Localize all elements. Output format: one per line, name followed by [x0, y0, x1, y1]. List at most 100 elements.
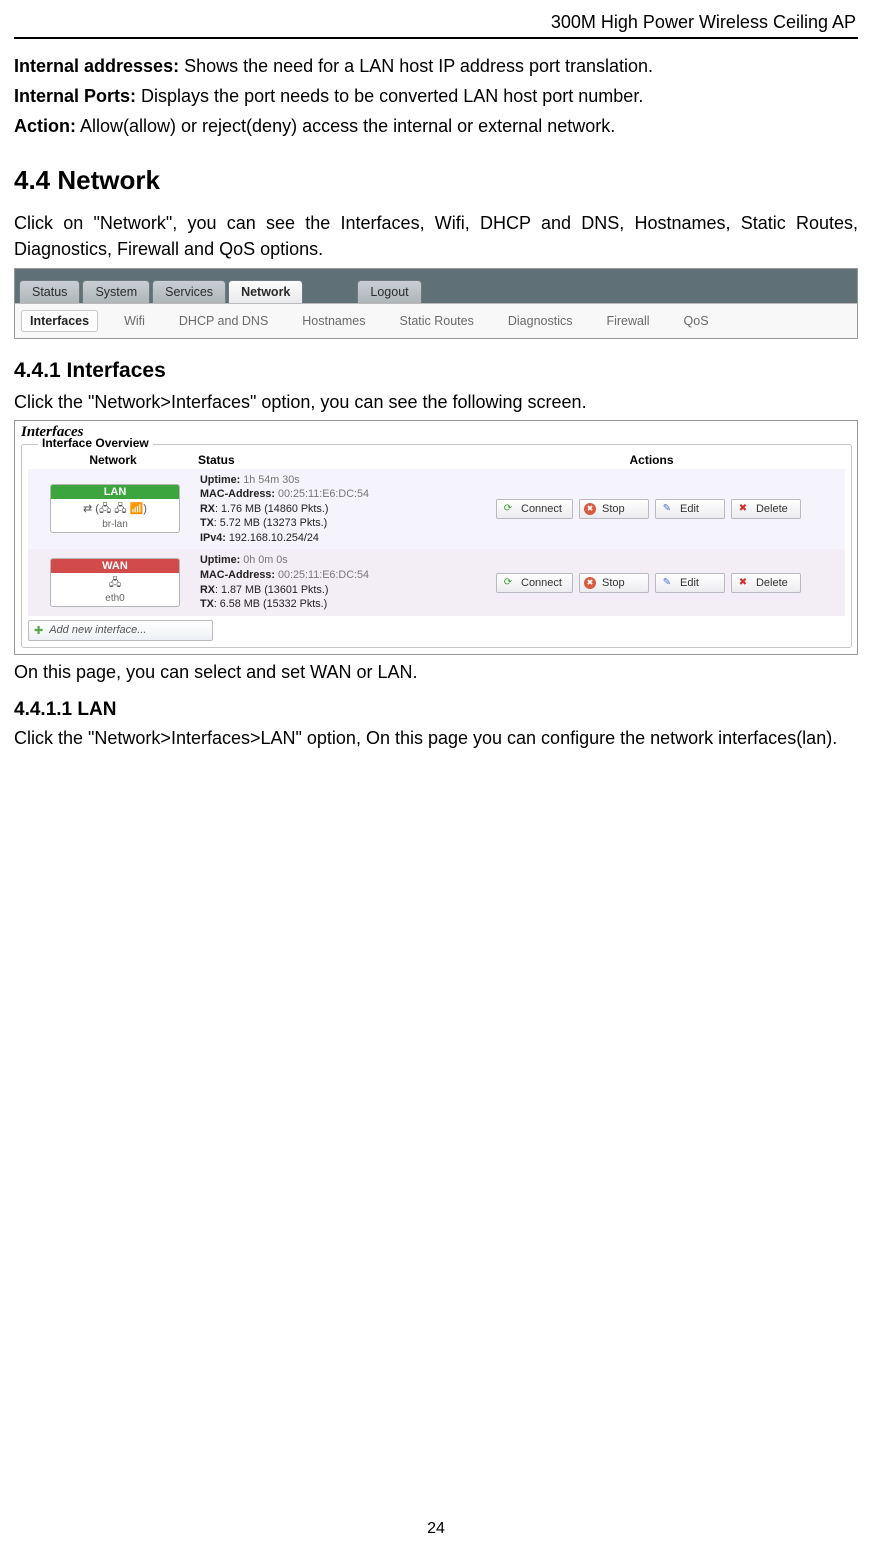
- netbox-ifname: eth0: [51, 593, 179, 604]
- section-heading: 4.4 Network: [14, 165, 858, 196]
- def-text: Allow(allow) or reject(deny) access the …: [76, 116, 615, 136]
- iface-actions: ⟳ Connect ✖ Stop ✎ Edit ✖ Delete: [460, 573, 843, 593]
- subtab-hostnames[interactable]: Hostnames: [294, 311, 373, 331]
- mac-label: MAC-Address:: [200, 569, 275, 581]
- tx-label: TX: [200, 598, 214, 610]
- subtab-interfaces[interactable]: Interfaces: [21, 310, 98, 332]
- btn-label: Edit: [680, 577, 699, 589]
- iface-status-cell: Uptime: 0h 0m 0s MAC-Address: 00:25:11:E…: [200, 553, 460, 611]
- rx-label: RX: [200, 584, 215, 596]
- subtab-static-routes[interactable]: Static Routes: [392, 311, 482, 331]
- iface-actions: ⟳ Connect ✖ Stop ✎ Edit ✖Delete: [460, 499, 843, 519]
- rx-label: RX: [200, 503, 215, 515]
- edit-icon: ✎: [660, 576, 674, 590]
- subtab-diagnostics[interactable]: Diagnostics: [500, 311, 581, 331]
- iface-net-cell: WAN 🖧 eth0: [30, 558, 200, 607]
- tx-value: : 6.58 MB (15332 Pkts.): [214, 598, 327, 610]
- add-interface-row: ✚ Add new interface...: [28, 620, 845, 641]
- stop-icon: ✖: [584, 577, 596, 589]
- tab-logout[interactable]: Logout: [357, 280, 421, 304]
- mac-value: 00:25:11:E6:DC:54: [278, 569, 369, 581]
- delete-icon: ✖: [736, 502, 750, 516]
- netbox-label: LAN: [51, 485, 179, 499]
- subsection-intro: Click the "Network>Interfaces" option, y…: [14, 389, 858, 415]
- netbox-icons: 🖧: [51, 573, 179, 593]
- add-label: Add new interface...: [49, 624, 146, 636]
- ipv4-label: IPv4:: [200, 532, 226, 544]
- subtab-dhcp[interactable]: DHCP and DNS: [171, 311, 276, 331]
- col-status: Status: [198, 453, 458, 467]
- stop-button[interactable]: ✖ Stop: [579, 499, 649, 519]
- delete-icon: ✖: [736, 576, 750, 590]
- page-number: 24: [0, 1520, 872, 1538]
- stop-button[interactable]: ✖ Stop: [579, 573, 649, 593]
- edit-icon: ✎: [660, 502, 674, 516]
- def-text: Displays the port needs to be converted …: [136, 86, 643, 106]
- connect-icon: ⟳: [501, 576, 515, 590]
- def-internal-ports: Internal Ports: Displays the port needs …: [14, 83, 858, 109]
- def-internal-addresses: Internal addresses: Shows the need for a…: [14, 53, 858, 79]
- ipv4-value: 192.168.10.254/24: [229, 532, 319, 544]
- tab-services[interactable]: Services: [152, 280, 226, 304]
- btn-label: Edit: [680, 503, 699, 515]
- connect-button[interactable]: ⟳ Connect: [496, 573, 573, 593]
- netbox-wan: WAN 🖧 eth0: [50, 558, 180, 607]
- subtab-qos[interactable]: QoS: [676, 311, 717, 331]
- interfaces-screenshot: Interfaces Interface Overview Network St…: [14, 420, 858, 655]
- subtab-firewall[interactable]: Firewall: [598, 311, 657, 331]
- def-text: Shows the need for a LAN host IP address…: [179, 56, 653, 76]
- tab-status[interactable]: Status: [19, 280, 80, 304]
- add-icon: ✚: [34, 624, 43, 637]
- def-label: Action:: [14, 116, 76, 136]
- fieldset-legend: Interface Overview: [38, 436, 153, 450]
- uptime-value: 1h 54m 30s: [243, 474, 299, 486]
- subsubsection-text: Click the "Network>Interfaces>LAN" optio…: [14, 725, 858, 751]
- rx-value: : 1.76 MB (14860 Pkts.): [215, 503, 328, 515]
- connect-button[interactable]: ⟳ Connect: [496, 499, 573, 519]
- add-interface-button[interactable]: ✚ Add new interface...: [28, 620, 213, 641]
- netbox-ifname: br-lan: [51, 519, 179, 530]
- netbox-lan: LAN ⇄ (🖧 🖧 📶) br-lan: [50, 484, 180, 533]
- nav-screenshot: Status System Services Network Logout In…: [14, 268, 858, 339]
- tab-network[interactable]: Network: [228, 280, 303, 304]
- iface-net-cell: LAN ⇄ (🖧 🖧 📶) br-lan: [30, 484, 200, 533]
- header-rule: [14, 37, 858, 39]
- tab-system[interactable]: System: [82, 280, 150, 304]
- mac-value: 00:25:11:E6:DC:54: [278, 488, 369, 500]
- tx-label: TX: [200, 517, 214, 529]
- top-nav: Status System Services Network Logout: [15, 269, 857, 303]
- iface-row-wan: WAN 🖧 eth0 Uptime: 0h 0m 0s MAC-Address:…: [28, 549, 845, 615]
- col-network: Network: [28, 453, 198, 467]
- sub-nav: Interfaces Wifi DHCP and DNS Hostnames S…: [15, 303, 857, 338]
- iface-header-row: Network Status Actions: [28, 449, 845, 469]
- interface-overview-fieldset: Interface Overview Network Status Action…: [21, 444, 852, 648]
- connect-icon: ⟳: [501, 502, 515, 516]
- netbox-icons: ⇄ (🖧 🖧 📶): [51, 499, 179, 519]
- tx-value: : 5.72 MB (13273 Pkts.): [214, 517, 327, 529]
- btn-label: Delete: [756, 577, 788, 589]
- stop-icon: ✖: [584, 503, 596, 515]
- btn-label: Connect: [521, 503, 562, 515]
- edit-button[interactable]: ✎ Edit: [655, 573, 725, 593]
- def-label: Internal addresses:: [14, 56, 179, 76]
- after-interfaces-text: On this page, you can select and set WAN…: [14, 659, 858, 685]
- section-intro: Click on "Network", you can see the Inte…: [14, 210, 858, 262]
- btn-label: Stop: [602, 577, 625, 589]
- subsection-heading: 4.4.1 Interfaces: [14, 359, 858, 383]
- delete-button[interactable]: ✖ Delete: [731, 573, 801, 593]
- subsubsection-heading: 4.4.1.1 LAN: [14, 699, 858, 721]
- uptime-value: 0h 0m 0s: [243, 554, 287, 566]
- uptime-label: Uptime:: [200, 474, 240, 486]
- btn-label: Connect: [521, 577, 562, 589]
- delete-button[interactable]: ✖Delete: [731, 499, 801, 519]
- uptime-label: Uptime:: [200, 554, 240, 566]
- def-action: Action: Allow(allow) or reject(deny) acc…: [14, 113, 858, 139]
- netbox-label: WAN: [51, 559, 179, 573]
- subtab-wifi[interactable]: Wifi: [116, 311, 153, 331]
- doc-header-product: 300M High Power Wireless Ceiling AP: [14, 10, 858, 37]
- mac-label: MAC-Address:: [200, 488, 275, 500]
- iface-status-cell: Uptime: 1h 54m 30s MAC-Address: 00:25:11…: [200, 473, 460, 546]
- btn-label: Stop: [602, 503, 625, 515]
- col-actions: Actions: [458, 453, 845, 467]
- edit-button[interactable]: ✎ Edit: [655, 499, 725, 519]
